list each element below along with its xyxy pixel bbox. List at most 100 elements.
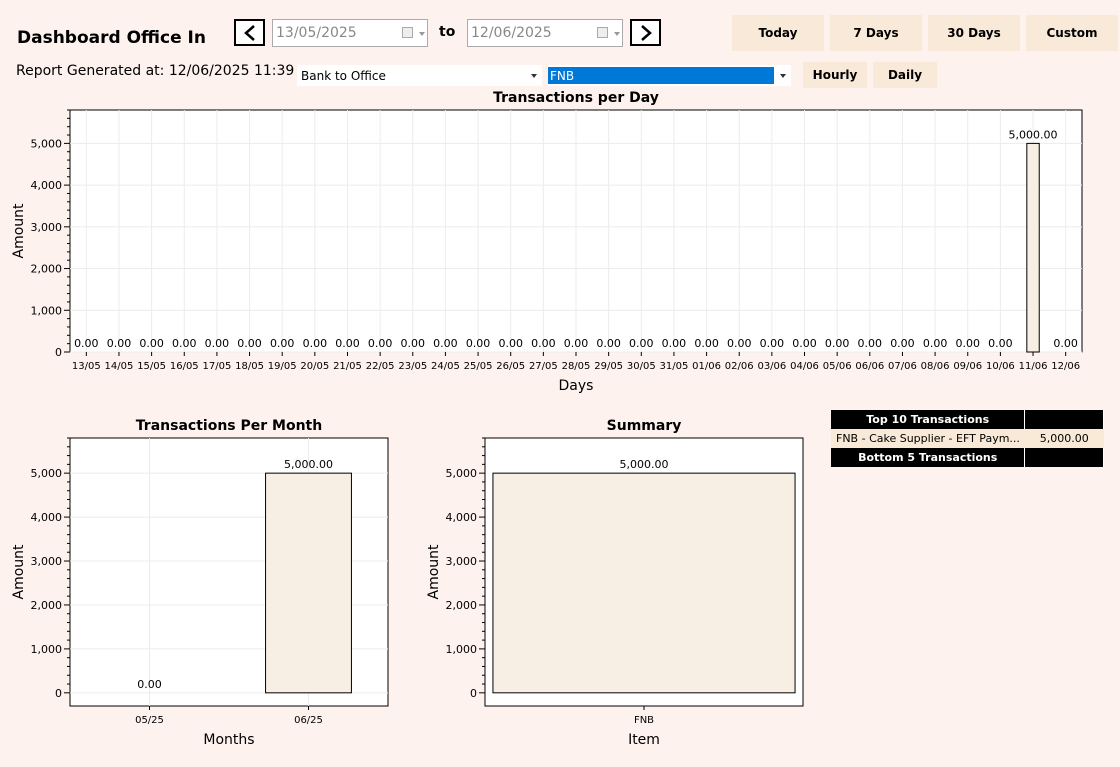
monthly-chart-x-axis-title: Months [203, 732, 254, 748]
daily-chart-data-label: 0.00 [270, 337, 295, 350]
summary-chart-y-tick-label: 1,000 [446, 643, 478, 656]
daily-chart-data-label: 0.00 [1053, 337, 1078, 350]
today-button[interactable]: Today [732, 15, 824, 51]
monthly-chart-title: Transactions Per Month [135, 418, 323, 434]
daily-chart-x-tick-label: 08/06 [921, 361, 950, 372]
monthly-chart-y-tick-label: 0 [55, 687, 62, 700]
dropdown-arrow-icon [614, 32, 620, 36]
daily-chart-x-tick-label: 22/05 [366, 361, 395, 372]
monthly-chart-y-tick-label: 1,000 [31, 643, 63, 656]
transactions-table: Top 10 Transactions FNB - Cake Supplier … [831, 410, 1104, 467]
bank-dropdown[interactable]: FNB [548, 65, 791, 86]
daily-chart-y-tick-label: 5,000 [31, 137, 63, 150]
daily-chart-data-label: 0.00 [335, 337, 360, 350]
summary-chart-y-tick-label: 3,000 [446, 555, 478, 568]
summary-chart-y-tick-label: 2,000 [446, 599, 478, 612]
30-days-button[interactable]: 30 Days [928, 15, 1020, 51]
daily-chart-x-tick-label: 05/06 [823, 361, 852, 372]
daily-chart-data-label: 0.00 [629, 337, 654, 350]
summary-chart-y-tick-label: 5,000 [446, 467, 478, 480]
daily-chart-data-label: 0.00 [760, 337, 785, 350]
summary-chart: 0 1,000 2,000 3,000 4,000 5,000 5,000.00 FNB Ite… [426, 437, 804, 748]
daily-chart-bar [1026, 142, 1040, 353]
daily-chart-x-tick-label: 24/05 [431, 361, 460, 372]
daily-chart-x-tick-label: 09/06 [953, 361, 982, 372]
daily-button[interactable]: Daily [873, 62, 937, 88]
custom-button[interactable]: Custom [1026, 15, 1118, 51]
monthly-chart-x-tick-label: 05/25 [135, 715, 164, 726]
previous-button[interactable] [234, 19, 265, 46]
daily-chart-x-tick-label: 26/05 [496, 361, 525, 372]
summary-chart-y-tick-label: 4,000 [446, 511, 478, 524]
summary-chart-y-tick-label: 0 [470, 687, 477, 700]
daily-chart-data-label: 0.00 [237, 337, 262, 350]
daily-chart-data-label: 0.00 [139, 337, 164, 350]
daily-chart-data-label: 0.00 [988, 337, 1013, 350]
daily-chart-x-tick-label: 01/06 [692, 361, 721, 372]
category-dropdown[interactable]: Bank to Office [297, 65, 542, 86]
monthly-chart-y-tick-label: 5,000 [31, 467, 63, 480]
bottom-transactions-title: Bottom 5 Transactions [831, 448, 1026, 467]
dropdown-arrow-icon [419, 32, 425, 36]
daily-chart-y-tick-label: 0 [55, 346, 62, 359]
daily-chart-x-tick-label: 19/05 [268, 361, 297, 372]
daily-chart-data-label: 0.00 [596, 337, 621, 350]
dropdown-arrow-icon [780, 74, 786, 78]
daily-chart-x-tick-label: 17/05 [202, 361, 231, 372]
daily-chart-x-tick-label: 27/05 [529, 361, 558, 372]
daily-chart-x-tick-label: 02/06 [725, 361, 754, 372]
daily-chart-y-tick-label: 3,000 [31, 221, 63, 234]
page-title: Dashboard Office In [17, 28, 206, 48]
to-date-value: 12/06/2025 [471, 25, 552, 41]
daily-chart-y-tick-label: 1,000 [31, 304, 63, 317]
top-transactions-title: Top 10 Transactions [831, 410, 1026, 429]
daily-chart-data-label: 0.00 [727, 337, 752, 350]
daily-chart-data-label: 0.00 [858, 337, 883, 350]
table-row[interactable]: FNB - Cake Supplier - EFT Paym... 5,000.… [831, 429, 1104, 448]
daily-chart-x-tick-label: 04/06 [790, 361, 819, 372]
to-date-picker[interactable]: 12/06/2025 [467, 19, 623, 47]
daily-chart-x-tick-label: 25/05 [464, 361, 493, 372]
7-days-button[interactable]: 7 Days [830, 15, 922, 51]
chevron-left-icon [243, 24, 255, 41]
daily-chart-title: Transactions per Day [493, 90, 659, 106]
next-button[interactable] [630, 19, 661, 46]
monthly-chart-x-tick-label: 06/25 [294, 715, 323, 726]
monthly-chart-y-tick-label: 3,000 [31, 555, 63, 568]
daily-chart-x-tick-label: 12/06 [1051, 361, 1080, 372]
chevron-right-icon [640, 24, 652, 41]
daily-chart-data-label: 0.00 [662, 337, 687, 350]
daily-chart-data-label: 0.00 [107, 337, 132, 350]
daily-chart-data-label: 0.00 [923, 337, 948, 350]
monthly-chart-data-label: 5,000.00 [284, 458, 333, 471]
daily-chart-data-label: 0.00 [466, 337, 491, 350]
top-transactions-header: Top 10 Transactions [831, 410, 1104, 429]
bottom-transactions-header: Bottom 5 Transactions [831, 448, 1104, 467]
daily-chart-data-label: 0.00 [205, 337, 230, 350]
daily-chart-x-tick-label: 30/05 [627, 361, 656, 372]
to-label: to [439, 24, 456, 40]
daily-chart-x-tick-label: 31/05 [660, 361, 689, 372]
category-value: Bank to Office [301, 68, 386, 83]
daily-chart-x-tick-label: 18/05 [235, 361, 264, 372]
daily-transactions-chart: 0 1,000 2,000 3,000 4,000 5,000 0.00 13/05 0.00 1… [11, 109, 1083, 394]
daily-chart-data-label: 0.00 [792, 337, 817, 350]
daily-chart-x-tick-label: 06/06 [855, 361, 884, 372]
monthly-transactions-chart: 0 1,000 2,000 3,000 4,000 5,000 0.00 05/25 5,000… [11, 437, 389, 748]
hourly-button[interactable]: Hourly [803, 62, 867, 88]
daily-chart-x-tick-label: 20/05 [300, 361, 329, 372]
daily-chart-data-label: 0.00 [172, 337, 197, 350]
daily-chart-data-label: 5,000.00 [1009, 128, 1058, 141]
daily-chart-x-tick-label: 07/06 [888, 361, 917, 372]
daily-chart-x-tick-label: 14/05 [105, 361, 134, 372]
monthly-chart-y-tick-label: 4,000 [31, 511, 63, 524]
from-date-picker[interactable]: 13/05/2025 [272, 19, 428, 47]
report-generated-text: Report Generated at: 12/06/2025 11:39 [16, 63, 295, 79]
transaction-description: FNB - Cake Supplier - EFT Paym... [831, 429, 1025, 448]
daily-chart-x-tick-label: 11/06 [1019, 361, 1048, 372]
daily-chart-x-tick-label: 28/05 [562, 361, 591, 372]
calendar-icon [597, 27, 608, 38]
daily-chart-data-label: 0.00 [433, 337, 458, 350]
calendar-icon [402, 27, 413, 38]
daily-chart-data-label: 0.00 [303, 337, 328, 350]
